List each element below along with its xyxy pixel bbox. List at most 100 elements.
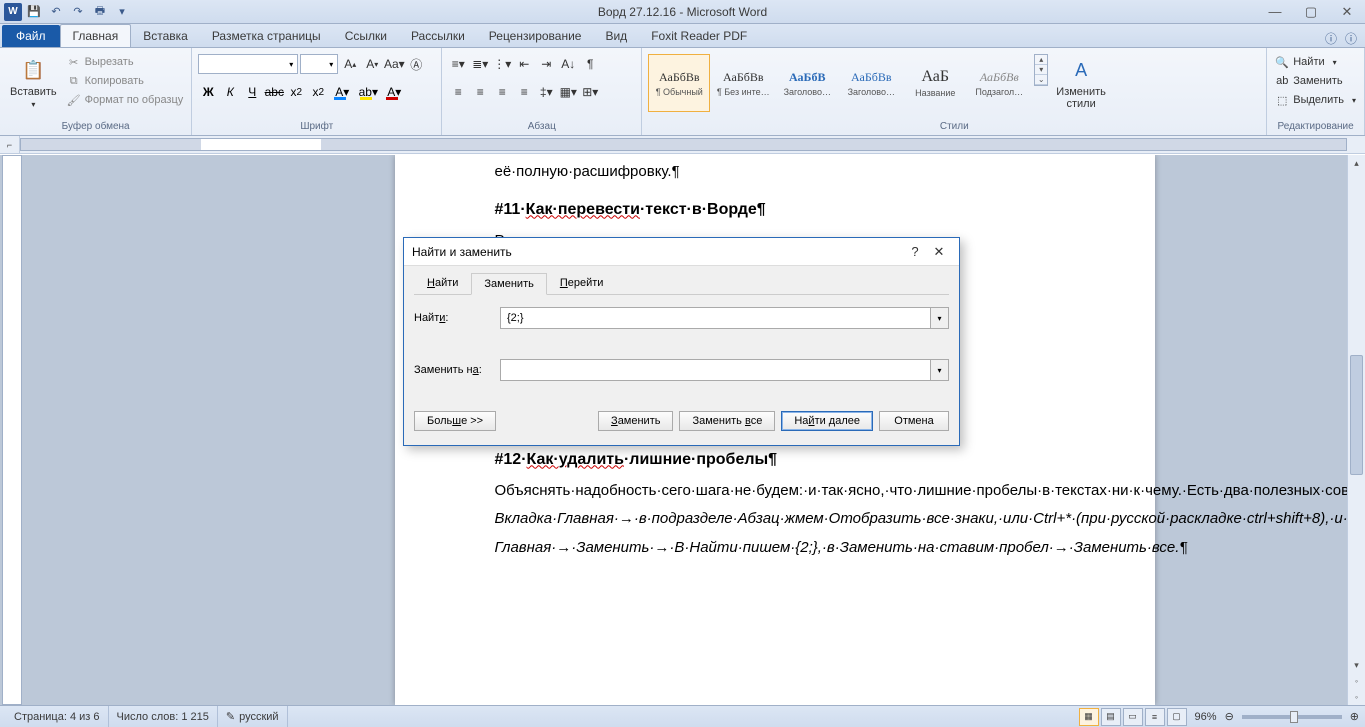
status-words[interactable]: Число слов: 1 215 xyxy=(109,706,218,727)
tab-foxit-pdf[interactable]: Foxit Reader PDF xyxy=(639,25,759,47)
close-button[interactable]: ✕ xyxy=(1329,0,1365,24)
next-page-icon[interactable]: ◦ xyxy=(1348,689,1365,705)
find-next-button[interactable]: Найти далее xyxy=(781,411,873,431)
align-center-icon[interactable]: ≡ xyxy=(470,82,490,102)
ruler-corner[interactable]: ⌐ xyxy=(0,136,20,154)
vertical-scrollbar[interactable]: ▴ ▾ ◦ ◦ xyxy=(1347,155,1365,705)
scroll-up-icon[interactable]: ▴ xyxy=(1348,155,1365,171)
tab-page-layout[interactable]: Разметка страницы xyxy=(200,25,333,47)
zoom-in-icon[interactable]: ⊕ xyxy=(1350,710,1359,723)
view-fullscreen-icon[interactable]: ▤ xyxy=(1101,708,1121,726)
align-left-icon[interactable]: ≡ xyxy=(448,82,468,102)
text-effects-button[interactable]: A▾ xyxy=(330,82,354,102)
bullet-list-icon[interactable]: ≡▾ xyxy=(448,54,468,74)
dec-indent-icon[interactable]: ⇤ xyxy=(514,54,534,74)
tab-mailings[interactable]: Рассылки xyxy=(399,25,477,47)
style-title[interactable]: АаБНазвание xyxy=(904,54,966,112)
zoom-thumb[interactable] xyxy=(1290,711,1298,723)
font-name-combo[interactable]: ▾ xyxy=(198,54,298,74)
dialog-close-icon[interactable]: ✕ xyxy=(927,240,951,264)
style-heading1[interactable]: АаБбВЗаголово… xyxy=(776,54,838,112)
select-button[interactable]: ⬚Выделить▾ xyxy=(1273,92,1358,108)
replace-one-button[interactable]: Заменить xyxy=(598,411,673,431)
tab-review[interactable]: Рецензирование xyxy=(477,25,594,47)
number-list-icon[interactable]: ≣▾ xyxy=(470,54,490,74)
style-normal[interactable]: АаБбВв¶ Обычный xyxy=(648,54,710,112)
file-tab[interactable]: Файл xyxy=(2,25,60,47)
view-web-icon[interactable]: ▭ xyxy=(1123,708,1143,726)
shrink-font-icon[interactable]: A▾ xyxy=(362,54,382,74)
print-icon[interactable]: 🖶 xyxy=(90,2,110,22)
qat-customize-icon[interactable]: ▾ xyxy=(112,2,132,22)
shading-icon[interactable]: ▦▾ xyxy=(558,82,578,102)
styles-scroll[interactable]: ▴▾⌄ xyxy=(1034,54,1048,86)
maximize-button[interactable]: ▢ xyxy=(1293,0,1329,24)
cancel-button[interactable]: Отмена xyxy=(879,411,949,431)
find-button[interactable]: 🔍Найти▾ xyxy=(1273,54,1358,70)
underline-button[interactable]: Ч xyxy=(242,82,262,102)
tab-view[interactable]: Вид xyxy=(593,25,639,47)
highlight-button[interactable]: ab▾ xyxy=(356,82,380,102)
bold-button[interactable]: Ж xyxy=(198,82,218,102)
zoom-out-icon[interactable]: ⊖ xyxy=(1225,710,1234,723)
copy-button[interactable]: ⧉Копировать xyxy=(65,73,186,89)
undo-icon[interactable]: ↶ xyxy=(46,2,66,22)
prev-page-icon[interactable]: ◦ xyxy=(1348,673,1365,689)
status-language[interactable]: ✎ русский xyxy=(218,706,288,727)
tab-references[interactable]: Ссылки xyxy=(333,25,399,47)
dialog-tab-replace[interactable]: Заменить xyxy=(471,273,546,295)
minimize-button[interactable]: — xyxy=(1257,0,1293,24)
tab-insert[interactable]: Вставка xyxy=(131,25,200,47)
replace-button[interactable]: abЗаменить xyxy=(1273,73,1358,89)
show-marks-icon[interactable]: ¶ xyxy=(580,54,600,74)
replace-input[interactable]: ▾ xyxy=(500,359,949,381)
justify-icon[interactable]: ≡ xyxy=(514,82,534,102)
view-print-layout-icon[interactable]: ▦ xyxy=(1079,708,1099,726)
more-button[interactable]: Больше >> xyxy=(414,411,496,431)
scroll-down-icon[interactable]: ▾ xyxy=(1348,657,1365,673)
paste-button[interactable]: 📋 Вставить ▾ xyxy=(6,54,61,111)
save-icon[interactable]: 💾 xyxy=(24,2,44,22)
line-spacing-icon[interactable]: ‡▾ xyxy=(536,82,556,102)
tab-home[interactable]: Главная xyxy=(60,24,132,47)
help-icon[interactable]: ⓘ xyxy=(1345,30,1357,47)
font-size-combo[interactable]: ▾ xyxy=(300,54,338,74)
view-outline-icon[interactable]: ≡ xyxy=(1145,708,1165,726)
subscript-button[interactable]: x2 xyxy=(286,82,306,102)
dialog-help-icon[interactable]: ? xyxy=(903,240,927,264)
vertical-ruler[interactable] xyxy=(2,155,22,705)
sort-icon[interactable]: A↓ xyxy=(558,54,578,74)
replace-dropdown-icon[interactable]: ▾ xyxy=(930,360,948,380)
multilevel-list-icon[interactable]: ⋮▾ xyxy=(492,54,512,74)
replace-all-button[interactable]: Заменить все xyxy=(679,411,775,431)
change-styles-button[interactable]: A Изменить стили xyxy=(1052,54,1110,112)
dialog-titlebar[interactable]: Найти и заменить ? ✕ xyxy=(404,238,959,266)
dialog-tab-find[interactable]: Найти xyxy=(414,272,471,294)
cut-button[interactable]: ✂Вырезать xyxy=(65,54,186,70)
change-case-icon[interactable]: Aa▾ xyxy=(384,54,404,74)
align-right-icon[interactable]: ≡ xyxy=(492,82,512,102)
format-painter-button[interactable]: 🖌Формат по образцу xyxy=(65,92,186,108)
clear-format-icon[interactable]: Ⓐ xyxy=(406,54,426,74)
borders-icon[interactable]: ⊞▾ xyxy=(580,82,600,102)
horizontal-ruler[interactable] xyxy=(20,138,1347,151)
strike-button[interactable]: abc xyxy=(264,82,284,102)
redo-icon[interactable]: ↷ xyxy=(68,2,88,22)
styles-gallery[interactable]: АаБбВв¶ Обычный АаБбВв¶ Без инте… АаБбВЗ… xyxy=(648,54,1030,112)
status-page[interactable]: Страница: 4 из 6 xyxy=(6,706,109,727)
grow-font-icon[interactable]: A▴ xyxy=(340,54,360,74)
inc-indent-icon[interactable]: ⇥ xyxy=(536,54,556,74)
find-input[interactable]: {2;} ▾ xyxy=(500,307,949,329)
superscript-button[interactable]: x2 xyxy=(308,82,328,102)
italic-button[interactable]: К xyxy=(220,82,240,102)
style-heading2[interactable]: АаБбВвЗаголово… xyxy=(840,54,902,112)
dialog-tab-goto[interactable]: Перейти xyxy=(547,272,617,294)
zoom-level[interactable]: 96% xyxy=(1195,711,1217,723)
font-color-button[interactable]: A▾ xyxy=(382,82,406,102)
zoom-slider[interactable] xyxy=(1242,715,1342,719)
style-subtitle[interactable]: АаБбВвПодзагол… xyxy=(968,54,1030,112)
view-draft-icon[interactable]: ▢ xyxy=(1167,708,1187,726)
find-dropdown-icon[interactable]: ▾ xyxy=(930,308,948,328)
style-no-spacing[interactable]: АаБбВв¶ Без инте… xyxy=(712,54,774,112)
ribbon-minimize-icon[interactable]: ⓘ xyxy=(1325,30,1337,47)
